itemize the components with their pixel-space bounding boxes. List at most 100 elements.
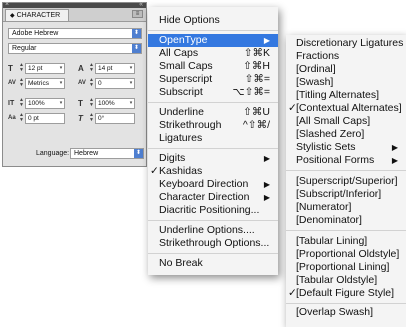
menu-item-ligatures[interactable]: Ligatures: [148, 132, 278, 145]
menu-item-character-direction[interactable]: Character Direction ▶: [148, 191, 278, 204]
menu-item-opentype[interactable]: OpenType ▶: [148, 34, 278, 47]
menu-item-all-caps[interactable]: All Caps ⇧⌘K: [148, 47, 278, 60]
leading-input[interactable]: 14 pt ▾: [95, 63, 135, 74]
tracking-control[interactable]: AV ▲ ▼ 0 ▾: [78, 78, 138, 89]
opentype-submenu: Discretionary Ligatures Fractions [Ordin…: [286, 35, 406, 327]
chevron-down-icon[interactable]: ▾: [58, 79, 64, 88]
leading-icon: A: [78, 64, 84, 73]
chevron-down-icon[interactable]: ⬍: [132, 29, 141, 38]
menu-item-strikethrough-options[interactable]: Strikethrough Options...: [148, 237, 278, 250]
submenu-item-proportional-oldstyle[interactable]: [Proportional Oldstyle]: [286, 248, 406, 261]
submenu-item-fractions[interactable]: Fractions: [286, 50, 406, 63]
baseline-shift-control[interactable]: Aa ▲ ▼ 0 pt: [8, 113, 68, 124]
skew-control[interactable]: T ▲ ▼ 0°: [78, 113, 138, 124]
language-label: Language:: [36, 150, 70, 157]
submenu-item-slashed-zero[interactable]: [Slashed Zero]: [286, 128, 406, 141]
stepper-icon[interactable]: ▲ ▼: [89, 63, 94, 73]
submenu-item-all-small-caps[interactable]: [All Small Caps]: [286, 115, 406, 128]
font-style-select[interactable]: Regular ⬍: [8, 43, 142, 54]
stepper-icon[interactable]: ▲ ▼: [19, 63, 24, 73]
stepper-icon[interactable]: ▲ ▼: [89, 113, 94, 123]
menu-item-no-break[interactable]: No Break: [148, 257, 278, 270]
menu-item-kashidas[interactable]: ✓ Kashidas: [148, 165, 278, 178]
submenu-item-discretionary-ligatures[interactable]: Discretionary Ligatures: [286, 37, 406, 50]
submenu-item-stylistic-sets[interactable]: Stylistic Sets ▶: [286, 141, 406, 154]
menu-item-subscript[interactable]: Subscript ⌥⇧⌘=: [148, 86, 278, 99]
submenu-item-tabular-oldstyle[interactable]: [Tabular Oldstyle]: [286, 274, 406, 287]
submenu-arrow-icon: ▶: [263, 193, 270, 202]
menu-item-underline-options[interactable]: Underline Options....: [148, 224, 278, 237]
panel-tabbar: ◆ CHARACTER ≡: [3, 8, 146, 22]
stepper-icon[interactable]: ▲ ▼: [19, 113, 24, 123]
menu-item-superscript[interactable]: Superscript ⇧⌘=: [148, 73, 278, 86]
menu-item-underline[interactable]: Underline ⇧⌘U: [148, 106, 278, 119]
stepper-icon[interactable]: ▲ ▼: [19, 78, 24, 88]
submenu-item-swash[interactable]: [Swash]: [286, 76, 406, 89]
vertical-scale-input[interactable]: 100% ▾: [25, 98, 65, 109]
stepper-icon[interactable]: ▲ ▼: [19, 98, 24, 108]
submenu-item-overlap-swash[interactable]: [Overlap Swash]: [286, 307, 406, 318]
font-size-input[interactable]: 12 pt ▾: [25, 63, 65, 74]
menu-item-small-caps[interactable]: Small Caps ⇧⌘H: [148, 60, 278, 73]
checkmark-icon: ✓: [150, 165, 159, 177]
tracking-input[interactable]: 0 ▾: [95, 78, 135, 89]
submenu-item-positional-forms[interactable]: Positional Forms ▶: [286, 154, 406, 167]
panel-menu-icon[interactable]: ≡: [132, 10, 143, 18]
submenu-item-proportional-lining[interactable]: [Proportional Lining]: [286, 261, 406, 274]
chevron-down-icon[interactable]: ▾: [58, 99, 64, 108]
submenu-item-ordinal[interactable]: [Ordinal]: [286, 63, 406, 76]
submenu-item-contextual-alternates[interactable]: ✓ [Contextual Alternates]: [286, 102, 406, 115]
submenu-arrow-icon: ▶: [263, 180, 270, 189]
tracking-icon: AV: [78, 80, 86, 86]
vertical-scale-icon: IT: [8, 100, 15, 107]
horizontal-scale-icon: T: [78, 99, 83, 108]
submenu-arrow-icon: ▶: [391, 156, 398, 165]
submenu-item-titling-alternates[interactable]: [Titling Alternates]: [286, 89, 406, 102]
panel-flyout-menu: Hide Options OpenType ▶ All Caps ⇧⌘K Small…: [148, 7, 278, 275]
menu-item-keyboard-direction[interactable]: Keyboard Direction ▶: [148, 178, 278, 191]
submenu-arrow-icon: ▶: [263, 154, 270, 163]
stepper-icon[interactable]: ▲ ▼: [89, 78, 94, 88]
font-family-value: Adobe Hebrew: [12, 30, 59, 37]
menu-item-digits[interactable]: Digits ▶: [148, 152, 278, 165]
submenu-arrow-icon: ▶: [263, 36, 270, 45]
tab-arrows-icon: ◆: [10, 13, 15, 19]
font-size-icon: T: [8, 64, 13, 73]
menu-item-hide-options[interactable]: Hide Options: [148, 14, 278, 27]
leading-control[interactable]: A ▲ ▼ 14 pt ▾: [78, 63, 138, 74]
stepper-icon[interactable]: ▲ ▼: [89, 98, 94, 108]
menu-item-diacritic-positioning[interactable]: Diacritic Positioning...: [148, 204, 278, 217]
baseline-shift-icon: Aa: [8, 115, 16, 121]
horizontal-scale-input[interactable]: 100% ▾: [95, 98, 135, 109]
kerning-input[interactable]: Metrics ▾: [25, 78, 65, 89]
kerning-icon: AV: [8, 80, 16, 86]
baseline-shift-input[interactable]: 0 pt: [25, 113, 65, 124]
submenu-arrow-icon: ▶: [391, 143, 398, 152]
kerning-control[interactable]: AV ▲ ▼ Metrics ▾: [8, 78, 68, 89]
submenu-item-tabular-lining[interactable]: [Tabular Lining]: [286, 235, 406, 248]
chevron-down-icon[interactable]: ▾: [128, 64, 134, 73]
chevron-down-icon[interactable]: ▾: [58, 64, 64, 73]
chevron-down-icon[interactable]: ⬍: [134, 149, 143, 158]
font-size-control[interactable]: T ▲ ▼ 12 pt ▾: [8, 63, 68, 74]
language-select[interactable]: Hebrew ⬍: [70, 148, 144, 159]
font-family-select[interactable]: Adobe Hebrew ⬍: [8, 28, 142, 39]
chevron-down-icon[interactable]: ▾: [128, 79, 134, 88]
menu-item-strikethrough[interactable]: Strikethrough ^⇧⌘/: [148, 119, 278, 132]
tab-character-label: CHARACTER: [16, 12, 61, 19]
submenu-item-numerator[interactable]: [Numerator]: [286, 201, 406, 214]
submenu-item-denominator[interactable]: [Denominator]: [286, 214, 406, 227]
font-style-value: Regular: [12, 45, 37, 52]
vertical-scale-control[interactable]: IT ▲ ▼ 100% ▾: [8, 98, 68, 109]
checkmark-icon: ✓: [288, 102, 297, 114]
skew-input[interactable]: 0°: [95, 113, 135, 124]
skew-icon: T: [78, 114, 83, 123]
submenu-item-default-figure-style[interactable]: ✓ [Default Figure Style]: [286, 287, 406, 300]
horizontal-scale-control[interactable]: T ▲ ▼ 100% ▾: [78, 98, 138, 109]
chevron-down-icon[interactable]: ⬍: [132, 44, 141, 53]
submenu-item-subscript-inferior[interactable]: [Subscript/Inferior]: [286, 188, 406, 201]
submenu-item-superscript-superior[interactable]: [Superscript/Superior]: [286, 175, 406, 188]
tab-character[interactable]: ◆ CHARACTER: [5, 9, 69, 21]
chevron-down-icon[interactable]: ▾: [128, 99, 134, 108]
checkmark-icon: ✓: [288, 287, 297, 299]
